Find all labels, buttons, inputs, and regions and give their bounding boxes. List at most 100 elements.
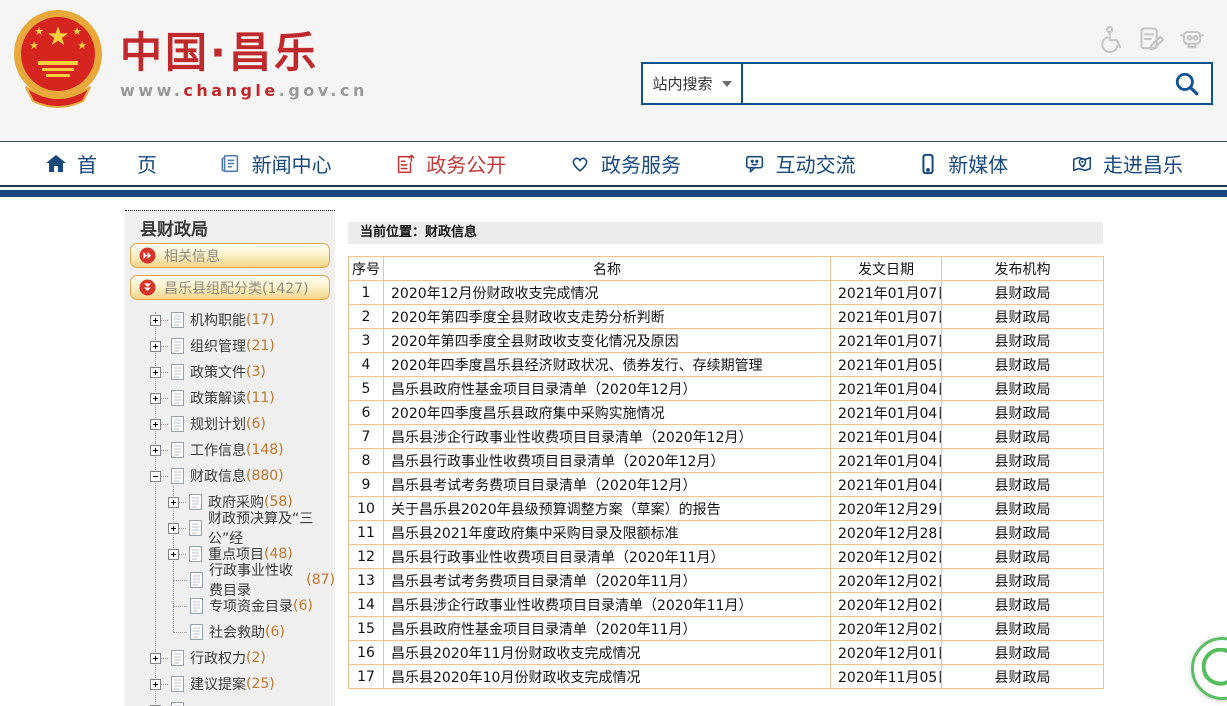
tree-item[interactable]: 财政预决算及“三公”经 [125, 515, 335, 541]
document-link[interactable]: 2020年12月份财政收支完成情况 [384, 281, 831, 305]
col-header-date: 发文日期 [831, 257, 942, 281]
row-no: 8 [349, 449, 384, 473]
expand-plus-icon[interactable] [168, 497, 179, 508]
site-title: 中国·昌乐 [120, 30, 368, 76]
nav-label: 走进昌乐 [1103, 149, 1183, 178]
document-link[interactable]: 昌乐县行政事业性收费项目目录清单（2020年11月） [384, 545, 831, 569]
tree-item[interactable]: 机构职能(17) [125, 307, 335, 333]
tree-item[interactable]: 行政事业性收费目录(87) [125, 567, 335, 593]
table-row[interactable]: 11昌乐县2021年度政府集中采购目录及限额标准2020年12月28日县财政局 [349, 521, 1104, 545]
related-info-button[interactable]: 相关信息 [130, 243, 330, 268]
table-row[interactable]: 8昌乐县行政事业性收费项目目录清单（2020年12月）2021年01月04日县财… [349, 449, 1104, 473]
robot-icon[interactable] [1177, 24, 1207, 54]
document-link[interactable]: 2020年四季度昌乐县经济财政状况、债券发行、存续期管理 [384, 353, 831, 377]
expand-plus-icon[interactable] [150, 367, 161, 378]
category-group-button[interactable]: 昌乐县组配分类(1427) [130, 275, 330, 300]
expand-plus-icon[interactable] [168, 549, 179, 560]
tree-item[interactable]: 政策文件(3) [125, 359, 335, 385]
row-no: 16 [349, 641, 384, 665]
table-row[interactable]: 62020年四季度昌乐县政府集中采购实施情况2021年01月04日县财政局 [349, 401, 1104, 425]
table-row[interactable]: 12昌乐县行政事业性收费项目目录清单（2020年11月）2020年12月02日县… [349, 545, 1104, 569]
tree-item[interactable]: 社会救助(6) [125, 619, 335, 645]
accessibility-icon[interactable] [1097, 24, 1127, 54]
tree-connector [173, 606, 187, 607]
row-date: 2021年01月04日 [831, 473, 942, 497]
document-link[interactable]: 昌乐县2020年11月份财政收支完成情况 [384, 641, 831, 665]
tree-item[interactable]: 规划计划(6) [125, 411, 335, 437]
tree-item[interactable]: 工作信息(148) [125, 437, 335, 463]
sidebar: 县财政局 相关信息 昌乐县组配分类(1427) 机构职能(17) [125, 210, 335, 706]
document-link[interactable]: 昌乐县涉企行政事业性收费项目目录清单（2020年12月） [384, 425, 831, 449]
collapse-minus-icon[interactable] [150, 471, 161, 482]
table-row[interactable]: 9昌乐县考试考务费项目目录清单（2020年12月）2021年01月04日县财政局 [349, 473, 1104, 497]
table-row[interactable]: 7昌乐县涉企行政事业性收费项目目录清单（2020年12月）2021年01月04日… [349, 425, 1104, 449]
col-header-org: 发布机构 [942, 257, 1104, 281]
col-header-no: 序号 [349, 257, 384, 281]
table-row[interactable]: 42020年四季度昌乐县经济财政状况、债券发行、存续期管理2021年01月05日… [349, 353, 1104, 377]
document-link[interactable]: 2020年第四季度全县财政收支走势分析判断 [384, 305, 831, 329]
tree-item[interactable]: 专项资金目录(6) [125, 593, 335, 619]
search-bar: 站内搜索 [641, 62, 1213, 105]
row-date: 2021年01月04日 [831, 425, 942, 449]
table-row[interactable]: 32020年第四季度全县财政收支变化情况及原因2021年01月07日县财政局 [349, 329, 1104, 353]
document-link[interactable]: 2020年四季度昌乐县政府集中采购实施情况 [384, 401, 831, 425]
document-link[interactable]: 昌乐县2020年10月份财政收支完成情况 [384, 665, 831, 689]
row-no: 12 [349, 545, 384, 569]
nav-gov-service[interactable]: 政务服务 [568, 149, 681, 178]
tree-item-partial[interactable] [125, 697, 335, 706]
tree-item[interactable]: 政策解读(11) [125, 385, 335, 411]
table-row[interactable]: 12020年12月份财政收支完成情况2021年01月07日县财政局 [349, 281, 1104, 305]
row-org: 县财政局 [942, 641, 1104, 665]
row-org: 县财政局 [942, 281, 1104, 305]
row-org: 县财政局 [942, 401, 1104, 425]
table-row[interactable]: 14昌乐县涉企行政事业性收费项目目录清单（2020年11月）2020年12月02… [349, 593, 1104, 617]
expand-plus-icon[interactable] [150, 445, 161, 456]
document-link[interactable]: 昌乐县涉企行政事业性收费项目目录清单（2020年11月） [384, 593, 831, 617]
table-row[interactable]: 15昌乐县政府性基金项目目录清单（2020年11月）2020年12月02日县财政… [349, 617, 1104, 641]
document-link[interactable]: 昌乐县考试考务费项目目录清单（2020年11月） [384, 569, 831, 593]
home-icon [44, 153, 68, 175]
button-label: 昌乐县组配分类(1427) [164, 278, 309, 298]
nav-new-media[interactable]: 新媒体 [917, 149, 1008, 178]
expand-plus-icon[interactable] [168, 523, 179, 534]
row-date: 2021年01月07日 [831, 329, 942, 353]
document-link[interactable]: 2020年第四季度全县财政收支变化情况及原因 [384, 329, 831, 353]
nav-interaction[interactable]: 互动交流 [743, 149, 856, 178]
document-link[interactable]: 昌乐县考试考务费项目目录清单（2020年12月） [384, 473, 831, 497]
document-link[interactable]: 昌乐县行政事业性收费项目目录清单（2020年12月） [384, 449, 831, 473]
row-no: 6 [349, 401, 384, 425]
row-org: 县财政局 [942, 329, 1104, 353]
table-row[interactable]: 16昌乐县2020年11月份财政收支完成情况2020年12月01日县财政局 [349, 641, 1104, 665]
expand-plus-icon[interactable] [150, 393, 161, 404]
document-link[interactable]: 昌乐县政府性基金项目目录清单（2020年11月） [384, 617, 831, 641]
expand-plus-icon[interactable] [150, 419, 161, 430]
expand-plus-icon[interactable] [150, 341, 161, 352]
nav-news-center[interactable]: 新闻中心 [219, 149, 332, 178]
expand-plus-icon[interactable] [150, 315, 161, 326]
search-input[interactable] [743, 64, 1163, 103]
row-org: 县财政局 [942, 617, 1104, 641]
document-link[interactable]: 昌乐县政府性基金项目目录清单（2020年12月） [384, 377, 831, 401]
nav-gov-open[interactable]: 政务公开 [393, 149, 506, 178]
search-scope-select[interactable]: 站内搜索 [643, 64, 743, 103]
document-link[interactable]: 关于昌乐县2020年县级预算调整方案（草案）的报告 [384, 497, 831, 521]
document-link[interactable]: 昌乐县2021年度政府集中采购目录及限额标准 [384, 521, 831, 545]
table-row[interactable]: 22020年第四季度全县财政收支走势分析判断2021年01月07日县财政局 [349, 305, 1104, 329]
table-row[interactable]: 10关于昌乐县2020年县级预算调整方案（草案）的报告2020年12月29日县财… [349, 497, 1104, 521]
table-row[interactable]: 17昌乐县2020年10月份财政收支完成情况2020年11月05日县财政局 [349, 665, 1104, 689]
search-button[interactable] [1163, 64, 1211, 103]
tree-item[interactable]: 组织管理(21) [125, 333, 335, 359]
expand-plus-icon[interactable] [150, 679, 161, 690]
row-date: 2021年01月04日 [831, 449, 942, 473]
table-row[interactable]: 5昌乐县政府性基金项目目录清单（2020年12月）2021年01月04日县财政局 [349, 377, 1104, 401]
table-row[interactable]: 13昌乐县考试考务费项目目录清单（2020年11月）2020年12月02日县财政… [349, 569, 1104, 593]
tree-item-expanded[interactable]: 财政信息(880) [125, 463, 335, 489]
nav-home[interactable]: 首 页 [44, 149, 157, 178]
nav-visit-changle[interactable]: 走进昌乐 [1070, 149, 1183, 178]
expand-plus-icon[interactable] [150, 653, 161, 664]
edit-document-icon[interactable] [1137, 24, 1167, 54]
tree-connector [161, 398, 168, 399]
tree-item[interactable]: 建议提案(25) [125, 671, 335, 697]
service-widget[interactable] [1191, 637, 1227, 700]
tree-item[interactable]: 行政权力(2) [125, 645, 335, 671]
